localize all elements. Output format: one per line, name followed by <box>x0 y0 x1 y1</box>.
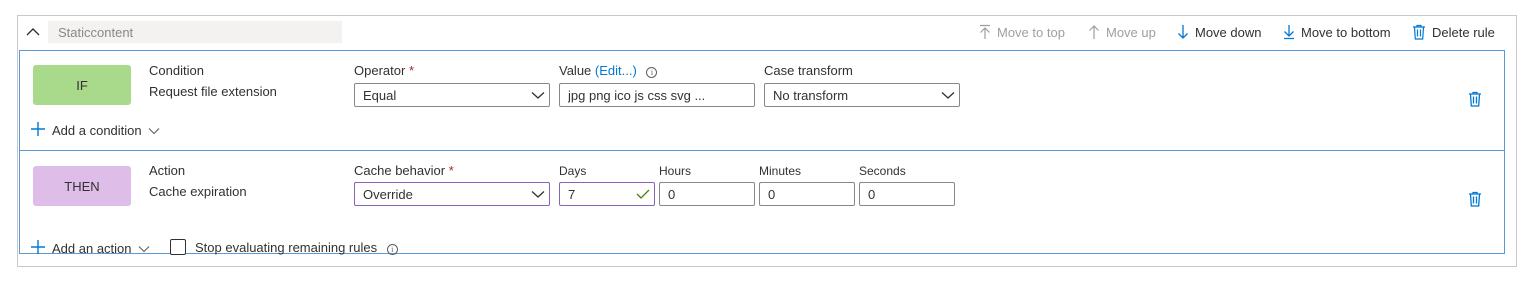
arrow-to-bottom-icon <box>1283 24 1295 43</box>
chevron-down-icon <box>527 90 549 100</box>
arrow-down-icon <box>1177 24 1189 43</box>
action-label: Action <box>149 163 186 178</box>
info-icon: i <box>646 67 658 78</box>
seconds-input[interactable]: 0 <box>859 182 955 206</box>
chevron-down-icon <box>138 241 150 256</box>
required-marker: * <box>448 163 454 178</box>
move-down-button[interactable]: Move down <box>1177 24 1261 42</box>
case-transform-label: Case transform <box>764 63 853 78</box>
value-label: Value (Edit...) i <box>559 63 658 78</box>
if-badge: IF <box>33 65 131 105</box>
move-to-top-label: Move to top <box>997 25 1065 40</box>
chevron-down-icon <box>148 123 160 138</box>
hours-input[interactable]: 0 <box>659 182 755 206</box>
chevron-down-icon <box>937 90 959 100</box>
operator-dropdown[interactable]: Equal <box>354 83 550 107</box>
hours-value: 0 <box>668 186 676 202</box>
move-to-top-button[interactable]: Move to top <box>979 24 1065 42</box>
arrow-to-top-icon <box>979 24 991 43</box>
then-badge: THEN <box>33 166 131 206</box>
value-tags: jpg png ico js css svg ... <box>568 87 706 103</box>
minutes-input[interactable]: 0 <box>759 182 855 206</box>
rule-name-input[interactable] <box>48 21 342 43</box>
checkmark-icon <box>632 188 654 200</box>
case-transform-dropdown[interactable]: No transform <box>764 83 960 107</box>
days-input[interactable]: 7 <box>559 182 655 206</box>
cache-behavior-dropdown[interactable]: Override <box>354 182 550 206</box>
value-field[interactable]: jpg png ico js css svg ... <box>559 83 755 107</box>
delete-action-trash-icon[interactable] <box>1468 191 1482 207</box>
plus-icon <box>30 121 46 140</box>
hours-label: Hours <box>659 164 692 178</box>
delete-rule-label: Delete rule <box>1432 25 1495 40</box>
delete-condition-trash-icon[interactable] <box>1468 91 1482 107</box>
days-label: Days <box>559 164 587 178</box>
move-to-bottom-button[interactable]: Move to bottom <box>1283 24 1391 42</box>
arrow-up-icon <box>1088 24 1100 43</box>
then-section: THEN Action Cache expiration Cache behav… <box>19 150 1505 256</box>
minutes-value: 0 <box>768 186 776 202</box>
cache-behavior-label: Cache behavior * <box>354 163 454 178</box>
add-action-button[interactable]: Add an action <box>30 239 150 258</box>
operator-selected: Equal <box>363 87 397 103</box>
trash-icon <box>1412 24 1426 43</box>
edit-values-link[interactable]: (Edit...) <box>595 63 637 78</box>
cache-behavior-selected: Override <box>363 186 413 202</box>
chevron-down-icon <box>527 189 549 199</box>
move-to-bottom-label: Move to bottom <box>1301 25 1391 40</box>
delete-rule-button[interactable]: Delete rule <box>1412 24 1495 42</box>
info-icon: i <box>386 244 398 255</box>
case-transform-selected: No transform <box>773 87 849 103</box>
move-down-label: Move down <box>1195 25 1262 40</box>
seconds-value: 0 <box>868 186 876 202</box>
minutes-label: Minutes <box>759 164 802 178</box>
stop-evaluating-label: Stop evaluating remaining rules i <box>195 240 398 255</box>
action-value: Cache expiration <box>149 184 247 199</box>
condition-value: Request file extension <box>149 84 277 99</box>
chevron-up-icon[interactable] <box>24 24 42 40</box>
stop-evaluating-checkbox[interactable] <box>170 239 186 255</box>
if-section: IF Condition Request file extension Oper… <box>19 50 1505 151</box>
move-up-button[interactable]: Move up <box>1088 24 1156 42</box>
rule-card: Move to top Move up Move down Move to bo… <box>17 15 1517 267</box>
plus-icon <box>30 239 46 258</box>
move-up-label: Move up <box>1106 25 1156 40</box>
required-marker: * <box>408 63 414 78</box>
add-action-label: Add an action <box>52 241 132 256</box>
add-condition-button[interactable]: Add a condition <box>30 121 160 140</box>
condition-label: Condition <box>149 63 204 78</box>
add-condition-label: Add a condition <box>52 123 142 138</box>
rule-header: Move to top Move up Move down Move to bo… <box>18 16 1518 49</box>
days-value: 7 <box>568 186 576 202</box>
operator-label: Operator * <box>354 63 414 78</box>
seconds-label: Seconds <box>859 164 906 178</box>
